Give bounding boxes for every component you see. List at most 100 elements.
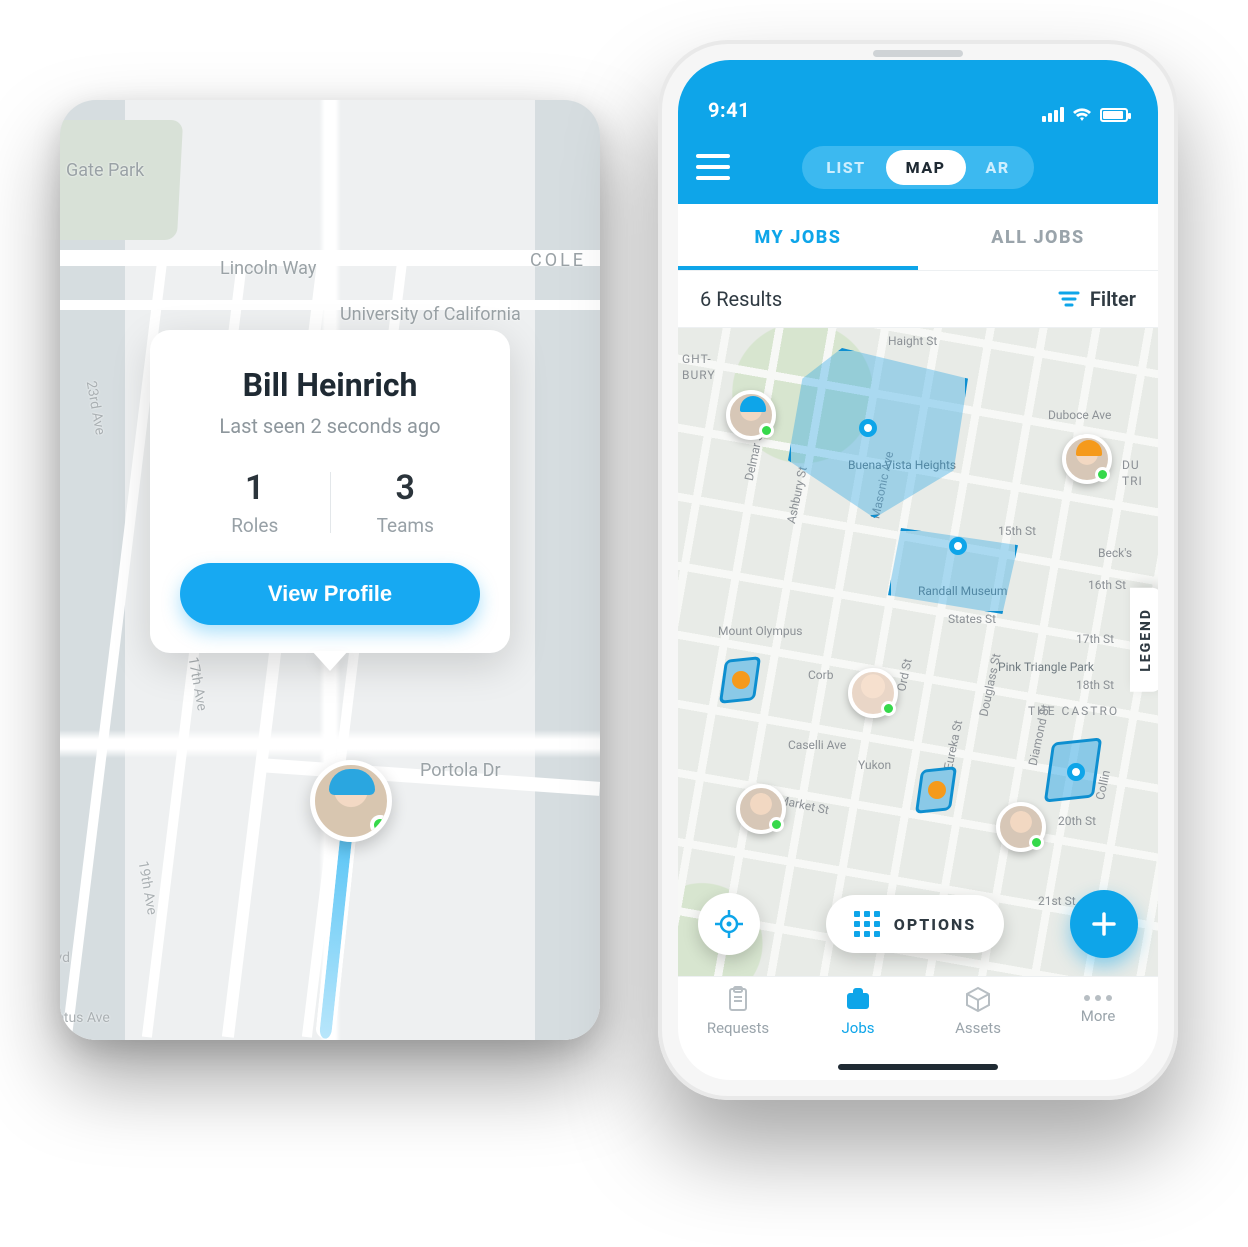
stat-teams-value: 3 (331, 468, 481, 508)
map-label-ptus: ptus Ave (60, 1010, 110, 1026)
profile-last-seen: Last seen 2 seconds ago (180, 414, 480, 438)
map-options-button[interactable]: OPTIONS (826, 895, 1004, 953)
street-20th: 20th St (1058, 814, 1096, 828)
crosshair-icon (715, 910, 743, 938)
grid-icon (854, 911, 880, 937)
map-label-cole: COLE (530, 250, 586, 271)
clipboard-icon (724, 985, 752, 1013)
zone-small-1-marker[interactable] (732, 671, 750, 689)
jobs-map[interactable]: Haight St Duboce Ave GHT- BURY DU TRI Bu… (678, 328, 1158, 976)
label-bury: BURY (682, 368, 716, 382)
tabbar-requests-label: Requests (707, 1019, 769, 1037)
profile-popup: Bill Heinrich Last seen 2 seconds ago 1 … (150, 330, 510, 653)
phone-screen: 9:41 LIST MAP AR MY JOBS ALL JOBS (678, 60, 1158, 1080)
cellular-icon (1042, 107, 1064, 122)
results-bar: 6 Results Filter (678, 270, 1158, 328)
street-16th: 16th St (1088, 578, 1126, 592)
worker-avatar-4[interactable] (736, 784, 786, 834)
nav-top: LIST MAP AR (678, 130, 1158, 204)
filter-label: Filter (1090, 287, 1136, 311)
options-label: OPTIONS (894, 915, 976, 934)
worker-avatar-1[interactable] (726, 390, 776, 440)
stat-teams: 3 Teams (331, 468, 481, 537)
street-corb: Corb (808, 668, 833, 682)
label-pink-triangle: Pink Triangle Park (998, 660, 1094, 674)
locate-me-button[interactable] (698, 893, 760, 955)
label-tri: TRI (1122, 474, 1143, 488)
status-time: 9:41 (708, 98, 750, 122)
map-label-19th: 19th Ave (135, 860, 160, 916)
seg-ar[interactable]: AR (966, 150, 1030, 185)
profile-name: Bill Heinrich (180, 366, 480, 404)
street-18th: 18th St (1076, 678, 1114, 692)
status-bar: 9:41 (678, 60, 1158, 130)
view-profile-button[interactable]: View Profile (180, 563, 480, 625)
map-label-blvd: lvd (60, 950, 70, 966)
menu-button[interactable] (696, 154, 730, 180)
tabbar-requests[interactable]: Requests (678, 985, 798, 1076)
map-label-gate-park: Gate Park (66, 160, 144, 181)
street-caselli: Caselli Ave (788, 738, 846, 752)
street-15th: 15th St (998, 524, 1036, 538)
presence-dot (881, 701, 896, 716)
street-becks: Beck's (1098, 546, 1132, 560)
phone-device: 9:41 LIST MAP AR MY JOBS ALL JOBS (658, 40, 1178, 1100)
tab-all-jobs[interactable]: ALL JOBS (918, 204, 1158, 270)
label-mt-olympus: Mount Olympus (718, 624, 802, 638)
map-label-university: University of California (340, 304, 521, 325)
tab-my-jobs[interactable]: MY JOBS (678, 204, 918, 270)
stat-roles-label: Roles (180, 514, 330, 537)
tabbar-more[interactable]: More (1038, 985, 1158, 1076)
map-controls: OPTIONS (678, 890, 1158, 958)
bottom-tabbar: Requests Jobs Assets More (678, 976, 1158, 1076)
presence-dot (759, 423, 774, 438)
add-job-button[interactable] (1070, 890, 1138, 958)
cube-icon (964, 985, 992, 1013)
presence-dot (1095, 467, 1110, 482)
worker-avatar-2[interactable] (1062, 434, 1112, 484)
label-ght: GHT- (682, 352, 712, 366)
zone-small-3-marker[interactable] (1067, 763, 1085, 781)
home-indicator (838, 1064, 998, 1070)
user-trail (310, 760, 390, 1020)
filter-icon (1058, 290, 1080, 308)
map-label-portola: Portola Dr (420, 760, 501, 781)
street-states: States St (948, 612, 996, 626)
map-background[interactable]: Gate Park Lincoln Way COLE University of… (60, 100, 600, 1040)
zone-large-marker[interactable] (859, 419, 877, 437)
phone-speaker (873, 50, 963, 57)
label-the-castro: THE CASTRO (1028, 704, 1119, 718)
stat-teams-label: Teams (331, 514, 481, 537)
legend-toggle[interactable]: LEGEND (1130, 588, 1158, 692)
map-label-23rd: 23rd Ave (83, 380, 108, 437)
street-yukon: Yukon (858, 758, 891, 772)
tabbar-jobs[interactable]: Jobs (798, 985, 918, 1076)
view-mode-segmented: LIST MAP AR (802, 146, 1033, 189)
tabbar-assets-label: Assets (955, 1019, 1001, 1037)
seg-map[interactable]: MAP (886, 150, 966, 185)
map-label-lincoln: Lincoln Way (220, 258, 316, 279)
briefcase-icon (844, 985, 872, 1013)
tabbar-assets[interactable]: Assets (918, 985, 1038, 1076)
worker-avatar-5[interactable] (996, 802, 1046, 852)
plus-icon (1089, 909, 1119, 939)
presence-dot (1029, 835, 1044, 850)
stat-roles: 1 Roles (180, 468, 330, 537)
results-count: 6 Results (700, 287, 782, 311)
wifi-icon (1072, 108, 1092, 122)
user-avatar[interactable] (310, 760, 392, 842)
presence-dot (769, 817, 784, 832)
zone-small-2-marker[interactable] (928, 781, 946, 799)
status-icons (1042, 107, 1128, 122)
street-17th: 17th St (1076, 632, 1114, 646)
street-duboce: Duboce Ave (1048, 408, 1111, 422)
left-map-card: Gate Park Lincoln Way COLE University of… (60, 100, 600, 1040)
zone-mid-marker[interactable] (949, 537, 967, 555)
tabbar-more-label: More (1081, 1007, 1116, 1025)
worker-avatar-3[interactable] (848, 668, 898, 718)
street-haight: Haight St (888, 334, 937, 348)
filter-button[interactable]: Filter (1058, 287, 1136, 311)
more-icon (1084, 995, 1112, 1001)
seg-list[interactable]: LIST (806, 150, 885, 185)
tabbar-jobs-label: Jobs (842, 1019, 875, 1037)
